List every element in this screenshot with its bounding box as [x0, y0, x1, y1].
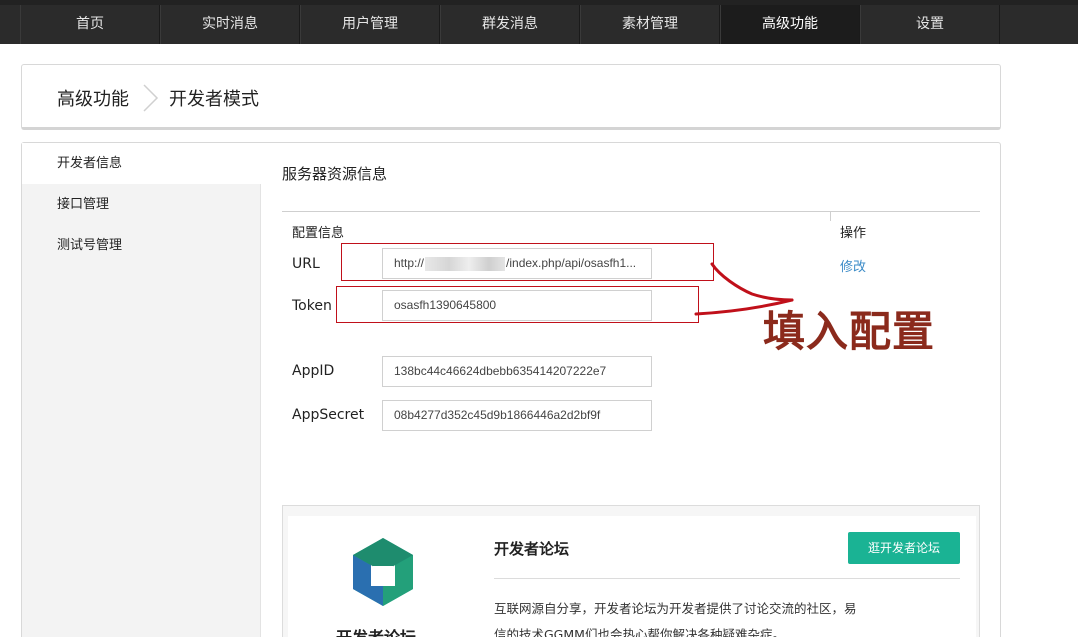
annotation-label: 填入配置 — [763, 307, 936, 356]
nav-item-broadcast[interactable]: 群发消息 — [440, 5, 580, 44]
divider — [282, 211, 980, 212]
divider — [830, 211, 831, 221]
breadcrumb-current: 开发者模式 — [169, 89, 259, 110]
forum-card: 开发者论坛 开发者论坛 逛开发者论坛 互联网源自分享，开发者论坛为开发者提供了讨… — [282, 505, 980, 637]
forum-logo-text: 开发者论坛 — [336, 624, 416, 637]
nav-item-home[interactable]: 首页 — [20, 5, 160, 44]
nav-item-realtime-messages[interactable]: 实时消息 — [160, 5, 300, 44]
nav-item-advanced[interactable]: 高级功能 — [720, 5, 860, 44]
nav-item-materials[interactable]: 素材管理 — [580, 5, 720, 44]
appid-label: AppID — [292, 363, 335, 379]
url-highlight-box — [341, 243, 714, 281]
sidebar-item-api-management[interactable]: 接口管理 — [22, 184, 261, 225]
appsecret-field: 08b4277d352c45d9b1866446a2d2bf9f — [382, 400, 652, 431]
token-highlight-box — [336, 286, 699, 323]
forum-card-body: 开发者论坛 开发者论坛 逛开发者论坛 互联网源自分享，开发者论坛为开发者提供了讨… — [288, 516, 976, 637]
token-label: Token — [292, 298, 332, 314]
visit-forum-button[interactable]: 逛开发者论坛 — [848, 532, 960, 564]
breadcrumb-parent[interactable]: 高级功能 — [57, 85, 129, 111]
sidebar: 开发者信息 接口管理 测试号管理 — [22, 143, 262, 637]
divider — [494, 578, 960, 579]
breadcrumb: 高级功能 开发者模式 — [21, 64, 1001, 130]
appid-field: 138bc44c46624dbebb635414207222e7 — [382, 356, 652, 387]
edit-link[interactable]: 修改 — [840, 256, 866, 275]
sidebar-item-developer-info[interactable]: 开发者信息 — [22, 143, 262, 184]
appsecret-label: AppSecret — [292, 407, 365, 423]
section-title: 服务器资源信息 — [282, 165, 388, 183]
nav-item-user-management[interactable]: 用户管理 — [300, 5, 440, 44]
sidebar-item-test-account[interactable]: 测试号管理 — [22, 225, 261, 266]
forum-description: 互联网源自分享，开发者论坛为开发者提供了讨论交流的社区，易信的技术GGMM们也会… — [494, 601, 857, 637]
nav-item-settings[interactable]: 设置 — [860, 5, 1000, 44]
top-nav: 首页 实时消息 用户管理 群发消息 素材管理 高级功能 设置 — [0, 0, 1078, 44]
chevron-right-icon — [143, 84, 159, 112]
column-header-operation: 操作 — [840, 226, 867, 241]
forum-logo-icon — [353, 538, 413, 606]
url-label: URL — [292, 256, 320, 272]
column-header-config: 配置信息 — [292, 226, 345, 241]
forum-title: 开发者论坛 — [494, 540, 570, 558]
